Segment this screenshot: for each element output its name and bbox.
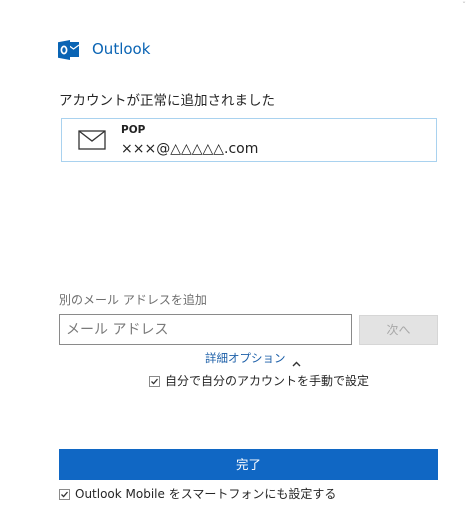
advanced-options-label: 詳細オプション — [205, 351, 286, 365]
success-message: アカウントが正常に追加されました — [59, 93, 275, 109]
mail-icon — [78, 130, 106, 150]
next-button[interactable]: 次へ — [359, 315, 438, 345]
email-input[interactable] — [59, 314, 352, 345]
account-card: POP ×××@△△△△△.com — [61, 118, 437, 162]
chevron-up-icon — [292, 355, 301, 367]
mobile-setup-checkbox[interactable] — [59, 489, 70, 500]
manual-setup-label: 自分で自分のアカウントを手動で設定 — [165, 374, 370, 388]
corner-mark: ˇ — [462, 1, 466, 10]
manual-setup-checkbox[interactable] — [149, 376, 160, 387]
advanced-options-toggle[interactable]: 詳細オプション — [205, 350, 301, 367]
account-type: POP — [121, 124, 146, 136]
mobile-setup-label: Outlook Mobile をスマートフォンにも設定する — [75, 487, 337, 501]
account-email: ×××@△△△△△.com — [121, 141, 259, 157]
brand-name: Outlook — [92, 40, 151, 58]
outlook-logo-icon — [58, 39, 80, 61]
add-email-label: 別のメール アドレスを追加 — [59, 293, 207, 307]
done-button[interactable]: 完了 — [59, 449, 438, 480]
mobile-setup-option: Outlook Mobile をスマートフォンにも設定する — [59, 487, 336, 502]
manual-setup-option: 自分で自分のアカウントを手動で設定 — [149, 374, 369, 389]
